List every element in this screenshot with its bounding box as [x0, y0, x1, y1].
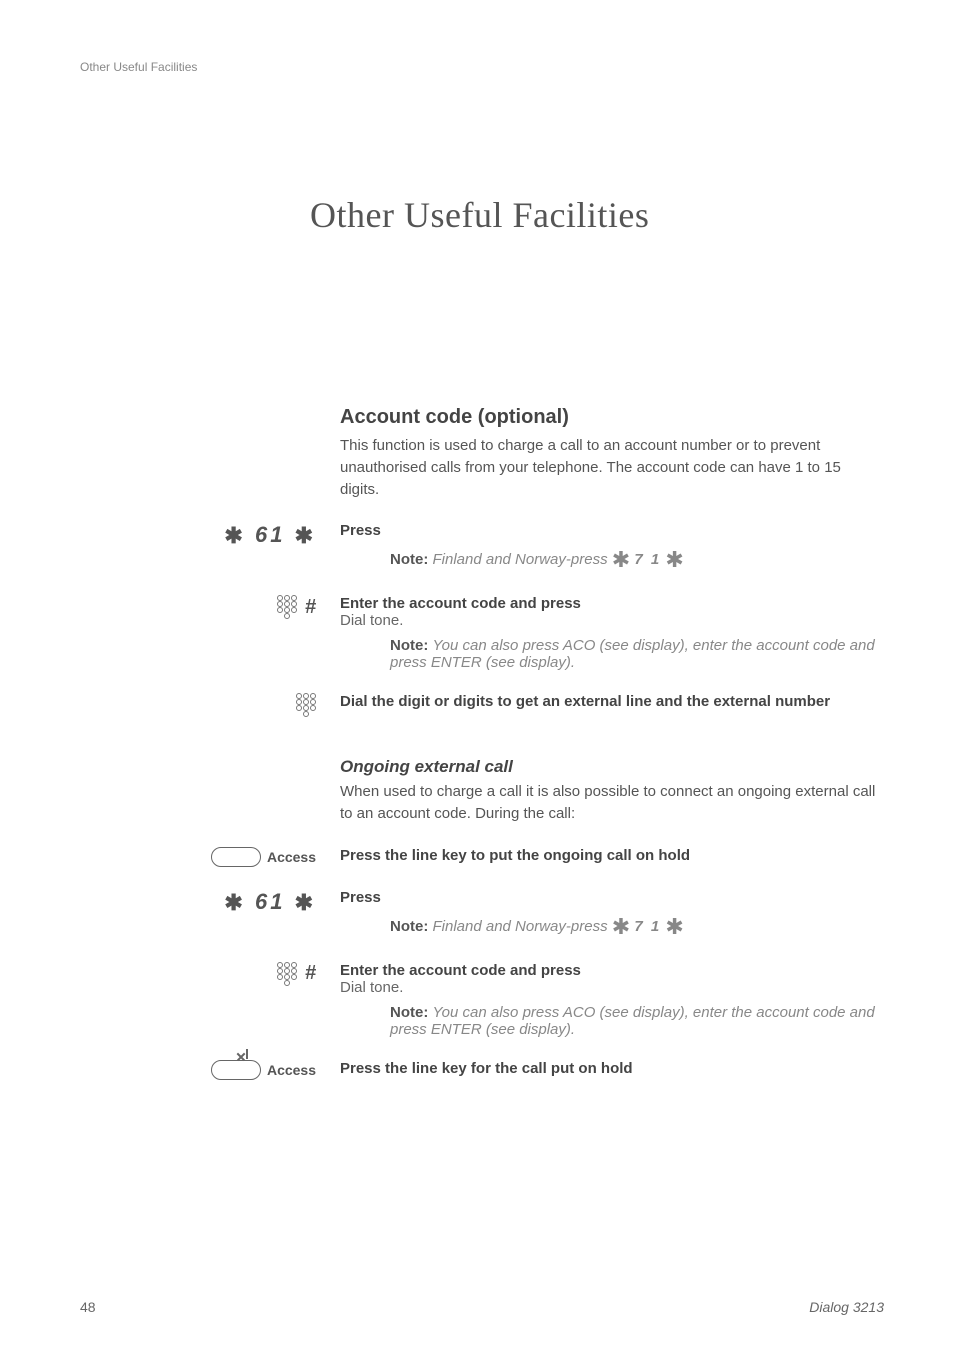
press-label-1: Press	[340, 522, 884, 539]
press-line-key-hold: Press the line key to put the ongoing ca…	[340, 847, 884, 864]
dial-code-61-second: ✱ 61 ✱	[224, 889, 316, 916]
ongoing-desc: When used to charge a call it is also po…	[340, 781, 884, 825]
subheading-ongoing: Ongoing external call	[340, 757, 884, 777]
note-prefix-3: Note:	[390, 918, 428, 935]
press-line-key-resume: Press the line key for the call put on h…	[340, 1060, 884, 1077]
enter-account-label-1: Enter the account code and press	[340, 595, 884, 612]
note-text-2: You can also press ACO (see display), en…	[390, 637, 875, 671]
model-name: Dialog 3213	[809, 1299, 884, 1315]
enter-account-label-2: Enter the account code and press	[340, 962, 884, 979]
line-key-flash-icon	[211, 1060, 261, 1080]
note-prefix-1: Note:	[390, 551, 428, 568]
dial-code-61-first: ✱ 61 ✱	[224, 522, 316, 549]
page-number: 48	[80, 1299, 96, 1315]
hash-icon: #	[305, 596, 316, 619]
section-desc-account: This function is used to charge a call t…	[340, 435, 884, 500]
section-heading-account: Account code (optional)	[340, 406, 884, 429]
dial-tone-1: Dial tone.	[340, 612, 884, 629]
chapter-title: Other Useful Facilities	[310, 194, 884, 236]
hash-icon: #	[305, 962, 316, 985]
dial-tone-2: Dial tone.	[340, 979, 884, 996]
page-footer: 48 Dialog 3213	[80, 1299, 884, 1315]
keypad-icon	[296, 693, 316, 717]
note-text-4: You can also press ACO (see display), en…	[390, 1004, 875, 1038]
access-label-1: Access	[267, 849, 316, 865]
access-label-2: Access	[267, 1062, 316, 1078]
press-label-2: Press	[340, 889, 884, 906]
note-prefix-2: Note:	[390, 637, 428, 654]
keypad-icon	[277, 962, 297, 986]
keypad-icon	[277, 595, 297, 619]
note-text-3: Finland and Norway-press ✱ 7 1 ✱	[433, 918, 684, 935]
line-key-icon	[211, 847, 261, 867]
note-text-1: Finland and Norway-press ✱ 7 1 ✱	[433, 551, 684, 568]
dial-external-label: Dial the digit or digits to get an exter…	[340, 693, 884, 710]
header-label: Other Useful Facilities	[80, 60, 884, 74]
note-prefix-4: Note:	[390, 1004, 428, 1021]
